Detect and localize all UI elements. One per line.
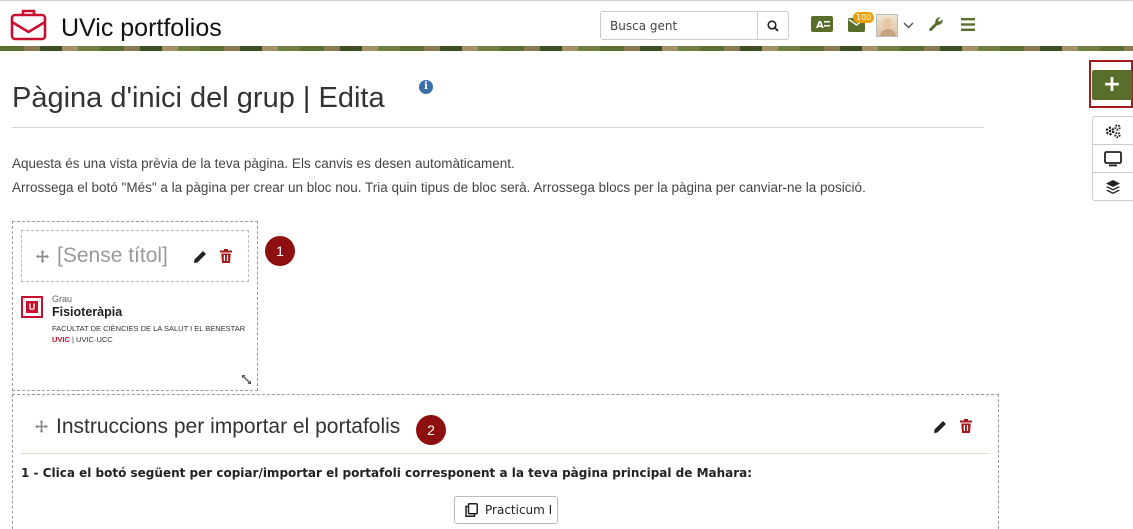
edit-pencil-icon[interactable] <box>933 420 947 434</box>
import-instruction-text: 1 - Clica el botó següent per copiar/imp… <box>21 466 753 480</box>
portfolio-logo-icon[interactable] <box>10 8 48 42</box>
page-title: Pàgina d'inici del grup | Edita <box>12 82 385 114</box>
resize-icon[interactable] <box>241 374 252 385</box>
notification-count-badge: 100 <box>853 12 875 23</box>
title-divider <box>12 127 984 128</box>
logo-footer-rest: | UVIC·UCC <box>69 335 113 344</box>
block-import-instructions[interactable]: Instruccions per importar el portafolis … <box>12 394 999 529</box>
logo-footer-brand: UVIC <box>52 335 70 344</box>
avatar-head <box>883 18 892 29</box>
logo-footer: UVIC | UVIC·UCC <box>52 335 113 344</box>
edit-pencil-icon[interactable] <box>193 250 207 264</box>
monitor-icon <box>1104 150 1122 166</box>
page-intro: Aquesta és una vista prèvia de la teva p… <box>12 152 866 200</box>
block-untitled[interactable]: [Sense títol] U Grau Fisioteràpia FACULT… <box>12 221 258 391</box>
settings-button[interactable] <box>1093 117 1133 145</box>
move-icon[interactable] <box>36 250 49 263</box>
search-icon <box>767 19 779 32</box>
logo-grau: Grau <box>52 294 73 304</box>
practicum-button-label: Practicum I <box>485 503 553 517</box>
search-input[interactable] <box>601 12 758 39</box>
language-icon[interactable]: A <box>811 16 833 32</box>
delete-trash-icon[interactable] <box>960 419 972 433</box>
avatar-body <box>880 29 896 36</box>
delete-trash-icon[interactable] <box>220 249 232 263</box>
logo-faculty: FACULTAT DE CIÈNCIES DE LA SALUT I EL BE… <box>52 324 246 333</box>
wrench-icon[interactable] <box>928 16 944 32</box>
uvic-fisioterapia-logo: U Grau Fisioteràpia FACULTAT DE CIÈNCIES… <box>21 294 255 352</box>
block-title: Instruccions per importar el portafolis <box>56 415 401 438</box>
search-button[interactable] <box>758 12 788 39</box>
user-avatar[interactable] <box>876 14 898 37</box>
uvic-logo-mark: U <box>21 296 43 318</box>
header-banner <box>0 46 1133 51</box>
intro-line-2: Arrossega el botó "Més" a la pàgina per … <box>12 180 866 195</box>
layers-icon <box>1106 180 1120 194</box>
menu-icon[interactable] <box>961 18 975 31</box>
search-box <box>600 11 789 40</box>
display-page-button[interactable] <box>1093 145 1133 173</box>
block-title: [Sense títol] <box>57 244 168 267</box>
site-title[interactable]: UVic portfolios <box>61 14 222 43</box>
block-header: [Sense títol] <box>21 230 249 282</box>
svg-text:A: A <box>816 20 824 31</box>
move-icon[interactable] <box>35 420 48 433</box>
step-marker-1: 1 <box>265 236 295 266</box>
chevron-down-icon[interactable] <box>903 22 914 29</box>
copy-icon <box>465 503 478 517</box>
info-icon[interactable]: i <box>419 80 433 94</box>
step-marker-2: 2 <box>416 415 446 445</box>
add-block-button[interactable]: + <box>1092 70 1132 100</box>
gears-icon <box>1105 123 1121 138</box>
site-header: UVic portfolios A 100 <box>0 0 1133 46</box>
layers-button[interactable] <box>1093 173 1133 201</box>
practicum-copy-button[interactable]: Practicum I <box>454 496 558 524</box>
page-tools <box>1092 116 1133 201</box>
intro-line-1: Aquesta és una vista prèvia de la teva p… <box>12 156 515 171</box>
logo-degree-name: Fisioteràpia <box>52 305 123 319</box>
block-divider <box>21 453 990 454</box>
